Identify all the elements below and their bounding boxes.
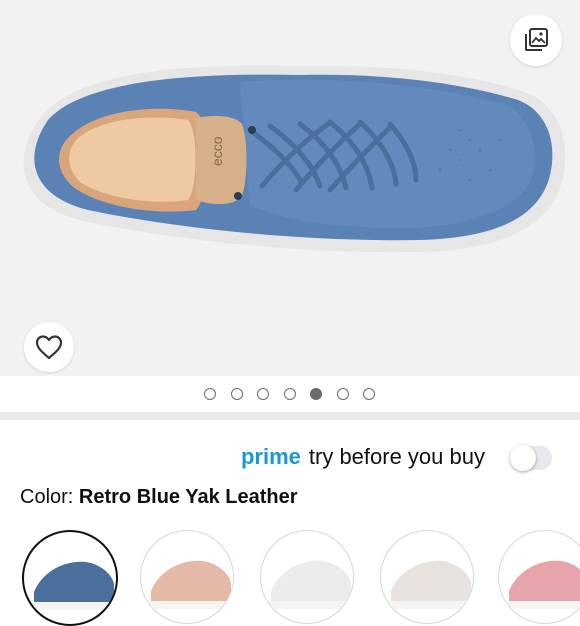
- add-to-wishlist-button[interactable]: [24, 322, 74, 372]
- prime-logo-text: prime: [240, 444, 301, 469]
- pagination-dot[interactable]: [230, 388, 243, 400]
- swatch-shoe-thumbnail: [149, 560, 233, 609]
- pagination-dot[interactable]: [310, 388, 322, 400]
- color-swatch[interactable]: [260, 530, 354, 624]
- section-divider: [0, 412, 580, 420]
- swatch-shoe-thumbnail: [269, 560, 353, 609]
- color-swatch[interactable]: [140, 530, 234, 624]
- selected-color-name: Retro Blue Yak Leather: [78, 486, 298, 508]
- pagination-dot[interactable]: [283, 388, 296, 400]
- color-selection-label: Color: Retro Blue Yak Leather: [20, 486, 298, 509]
- heart-icon: [35, 335, 63, 360]
- swatch-shoe-thumbnail: [507, 560, 580, 609]
- view-gallery-button[interactable]: [510, 14, 562, 66]
- pagination-dot[interactable]: [363, 388, 375, 400]
- color-swatch[interactable]: [22, 530, 118, 626]
- color-swatch[interactable]: [498, 530, 580, 624]
- pagination-dot[interactable]: [204, 388, 216, 400]
- toggle-knob[interactable]: [510, 445, 536, 471]
- swatch-shoe-thumbnail: [389, 560, 473, 609]
- svg-text:ecco: ecco: [209, 136, 225, 166]
- pagination-dot[interactable]: [257, 388, 269, 400]
- gallery-icon: [525, 28, 548, 51]
- product-image-gallery[interactable]: ecco: [0, 0, 580, 376]
- color-swatch[interactable]: [380, 530, 474, 624]
- image-pagination: [0, 376, 580, 412]
- prime-try-before-you-buy: prime try before you buy: [241, 442, 485, 472]
- product-image[interactable]: ecco: [0, 0, 580, 376]
- prime-try-toggle[interactable]: [510, 445, 552, 471]
- color-label: Color:: [20, 486, 74, 508]
- swatch-shoe-thumbnail: [32, 561, 116, 610]
- pagination-dot[interactable]: [336, 388, 349, 400]
- prime-try-label: try before you buy: [308, 444, 485, 469]
